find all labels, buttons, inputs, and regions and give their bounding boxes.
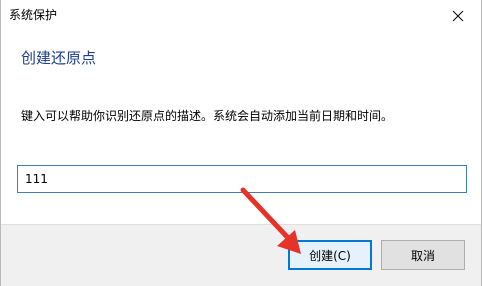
title-bar: 系统保护 [1,0,481,31]
dialog-heading: 创建还原点 [21,49,97,67]
system-protection-dialog: 系统保护 创建还原点 键入可以帮助你识别还原点的描述。系统会自动添加当前日期和时… [0,0,482,286]
dialog-description: 键入可以帮助你识别还原点的描述。系统会自动添加当前日期和时间。 [21,109,394,123]
create-button[interactable]: 创建(C) [288,240,372,270]
window-title: 系统保护 [9,8,58,22]
close-button[interactable] [435,0,481,31]
dialog-footer: 创建(C) 取消 [1,224,481,286]
restore-point-description-input[interactable] [17,165,467,193]
cancel-button[interactable]: 取消 [381,240,465,270]
close-icon [452,10,464,21]
